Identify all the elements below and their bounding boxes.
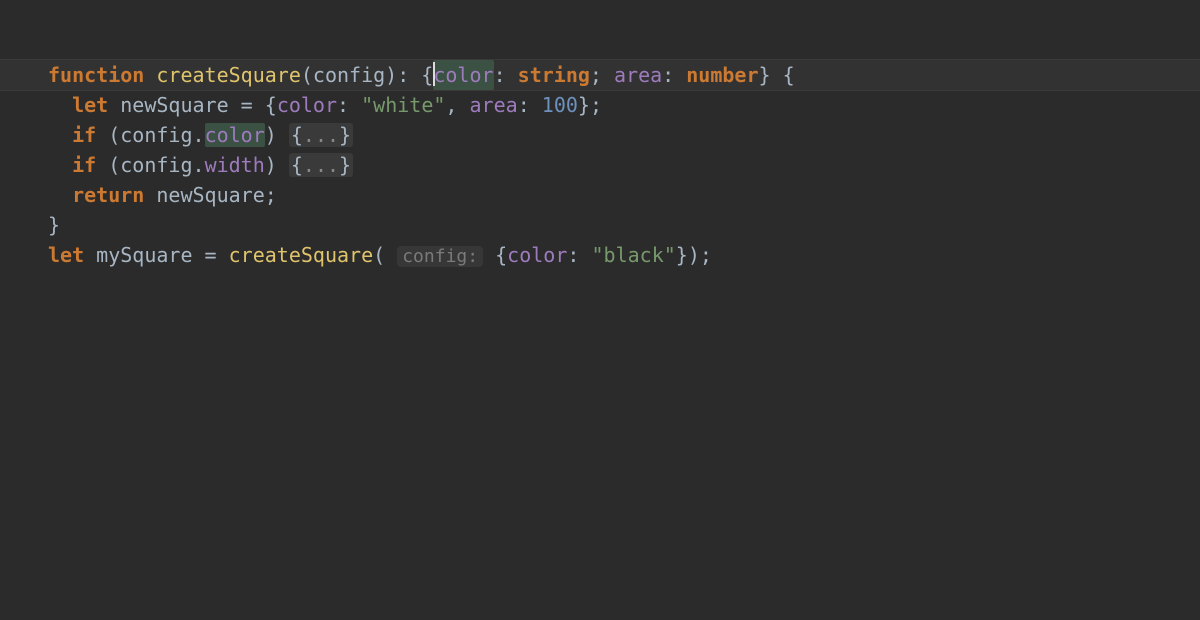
- code-line-3[interactable]: if (config.color) {...}: [0, 120, 1200, 150]
- colon: :: [518, 93, 542, 117]
- code-line-1[interactable]: function createSquare(config): {color: s…: [0, 60, 1200, 90]
- comma: ,: [445, 93, 469, 117]
- fold-open-brace: {: [291, 153, 303, 177]
- fold-ellipsis: ...: [303, 123, 339, 147]
- indent: [48, 153, 72, 177]
- text-cursor: color: [433, 60, 493, 90]
- type-string: string: [518, 63, 590, 87]
- fold-ellipsis: ...: [303, 153, 339, 177]
- keyword-if: if: [72, 123, 96, 147]
- open-paren-config: (config.: [96, 153, 204, 177]
- type-number: number: [686, 63, 758, 87]
- param-config: config: [313, 63, 385, 87]
- function-name: createSquare: [156, 63, 301, 87]
- indent: [48, 93, 72, 117]
- fold-open-brace: {: [291, 123, 303, 147]
- keyword-let: let: [48, 243, 84, 267]
- code-line-2[interactable]: let newSquare = {color: "white", area: 1…: [0, 90, 1200, 120]
- type-key-color: color: [433, 63, 493, 87]
- fold-block[interactable]: {...}: [289, 153, 353, 177]
- open-paren: (: [301, 63, 313, 87]
- prop-width: width: [205, 153, 265, 177]
- type-key-area: area: [614, 63, 662, 87]
- keyword-function: function: [48, 63, 144, 87]
- prop-color-selected: color: [205, 123, 265, 147]
- number-100: 100: [542, 93, 578, 117]
- indent: [48, 183, 72, 207]
- hint-sp-post: [483, 243, 495, 267]
- fold-close-brace: }: [339, 153, 351, 177]
- fold-block[interactable]: {...}: [289, 123, 353, 147]
- type-brace-close: }: [759, 63, 771, 87]
- colon: :: [337, 93, 361, 117]
- code-line-8[interactable]: let mySquare = createSquare( config: {co…: [0, 240, 1200, 272]
- colon: :: [494, 63, 518, 87]
- equals: =: [193, 243, 229, 267]
- keyword-if: if: [72, 153, 96, 177]
- indent: [48, 123, 72, 147]
- semicolon: ;: [590, 63, 614, 87]
- semicolon: ;: [265, 183, 277, 207]
- space: [144, 183, 156, 207]
- open-paren-config: (config.: [96, 123, 204, 147]
- fn-call-createsquare: createSquare: [229, 243, 374, 267]
- code-line-4[interactable]: if (config.width) {...}: [0, 150, 1200, 180]
- end-brace-paren-semi: });: [676, 243, 712, 267]
- var-newsquare: newSquare: [156, 183, 264, 207]
- equals-brace: = {: [229, 93, 277, 117]
- string-white: "white": [361, 93, 445, 117]
- obj-key-area: area: [470, 93, 518, 117]
- var-newsquare: newSquare: [120, 93, 228, 117]
- code-line-6[interactable]: }: [0, 210, 1200, 240]
- code-line-5[interactable]: return newSquare;: [0, 180, 1200, 210]
- close-brace: }: [48, 213, 60, 237]
- obj-key-color: color: [507, 243, 567, 267]
- code-editor[interactable]: function createSquare(config): {color: s…: [0, 0, 1200, 272]
- space: [84, 243, 96, 267]
- close-paren-colon: ):: [385, 63, 421, 87]
- open-paren: (: [373, 243, 385, 267]
- hint-sp-pre: [385, 243, 397, 267]
- brace-open: {: [495, 243, 507, 267]
- open-brace: {: [771, 63, 795, 87]
- keyword-let: let: [72, 93, 108, 117]
- var-mysquare: mySquare: [96, 243, 192, 267]
- colon: :: [567, 243, 591, 267]
- inlay-hint-config: config:: [397, 246, 483, 267]
- keyword-return: return: [72, 183, 144, 207]
- obj-key-color: color: [277, 93, 337, 117]
- close-paren: ): [265, 153, 289, 177]
- end-brace-semi: };: [578, 93, 602, 117]
- colon: :: [662, 63, 686, 87]
- string-black: "black": [591, 243, 675, 267]
- type-brace-open: {: [421, 63, 433, 87]
- space: [108, 93, 120, 117]
- close-paren: ): [265, 123, 289, 147]
- fold-close-brace: }: [339, 123, 351, 147]
